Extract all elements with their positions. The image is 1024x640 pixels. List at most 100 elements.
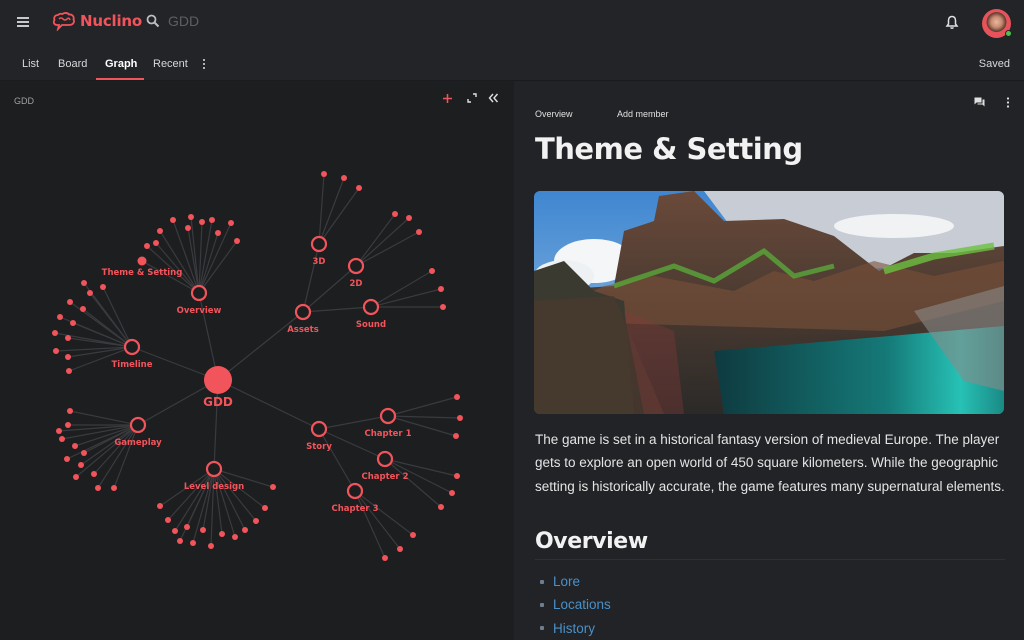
graph-leaf-node[interactable] [397, 546, 403, 552]
graph-label-gdd[interactable]: GDD [203, 395, 233, 409]
graph-leaf-node[interactable] [199, 219, 205, 225]
graph-leaf-node[interactable] [153, 240, 159, 246]
graph-leaf-node[interactable] [440, 304, 446, 310]
graph-label-overview[interactable]: Overview [177, 306, 222, 316]
breadcrumb-overview-link[interactable]: Overview [535, 109, 573, 119]
graph-leaf-node[interactable] [200, 527, 206, 533]
graph-leaf-node[interactable] [449, 490, 455, 496]
graph-label-sound[interactable]: Sound [356, 320, 386, 330]
graph-leaf-node[interactable] [172, 528, 178, 534]
graph-leaf-node[interactable] [406, 215, 412, 221]
link-lore[interactable]: Lore [553, 574, 580, 589]
graph-node-gdd[interactable] [204, 366, 232, 394]
graph-leaf-node[interactable] [454, 394, 460, 400]
user-avatar[interactable] [982, 9, 1012, 38]
graph-label-gameplay[interactable]: Gameplay [114, 438, 162, 448]
graph-label-chapter-3[interactable]: Chapter 3 [331, 504, 378, 514]
graph-leaf-node[interactable] [177, 538, 183, 544]
graph-leaf-node[interactable] [190, 540, 196, 546]
more-vertical-icon[interactable] [1006, 97, 1010, 108]
graph-leaf-node[interactable] [73, 474, 79, 480]
graph-leaf-node[interactable] [78, 462, 84, 468]
plus-icon[interactable] [442, 93, 453, 104]
graph-leaf-node[interactable] [157, 228, 163, 234]
add-member-button[interactable]: Add member [617, 109, 669, 119]
graph-leaf-node[interactable] [321, 171, 327, 177]
graph-leaf-node[interactable] [454, 473, 460, 479]
graph-leaf-node[interactable] [56, 428, 62, 434]
graph-node-3d[interactable] [310, 235, 328, 253]
graph-node-story[interactable] [310, 420, 328, 438]
graph-leaf-node[interactable] [165, 517, 171, 523]
graph-leaf-node[interactable] [185, 225, 191, 231]
graph-label-chapter-1[interactable]: Chapter 1 [364, 429, 411, 439]
bell-icon[interactable] [945, 15, 959, 30]
graph-leaf-node[interactable] [67, 408, 73, 414]
link-history[interactable]: History [553, 621, 595, 636]
graph-leaf-node[interactable] [65, 354, 71, 360]
graph-leaf-node[interactable] [66, 368, 72, 374]
graph-leaf-node[interactable] [81, 280, 87, 286]
graph-label-assets[interactable]: Assets [287, 325, 319, 335]
more-tabs-icon[interactable] [202, 59, 206, 71]
search-input[interactable] [168, 13, 368, 29]
graph-leaf-node[interactable] [80, 306, 86, 312]
graph-leaf-node[interactable] [253, 518, 259, 524]
graph-leaf-node[interactable] [111, 485, 117, 491]
graph-leaf-node[interactable] [228, 220, 234, 226]
graph-leaf-node[interactable] [438, 504, 444, 510]
graph-leaf-node[interactable] [234, 238, 240, 244]
graph-node-timeline[interactable] [123, 338, 141, 356]
graph-leaf-node[interactable] [242, 527, 248, 533]
graph-leaf-node[interactable] [59, 436, 65, 442]
graph-node-sound[interactable] [362, 298, 380, 316]
graph-leaf-node[interactable] [453, 433, 459, 439]
graph-leaf-node[interactable] [67, 299, 73, 305]
graph-label-theme-setting[interactable]: Theme & Setting [102, 268, 183, 278]
graph-leaf-node[interactable] [100, 284, 106, 290]
graph-node-2d[interactable] [347, 257, 365, 275]
double-chevron-left-icon[interactable] [488, 93, 499, 103]
graph-leaf-node[interactable] [356, 185, 362, 191]
graph-leaf-node[interactable] [341, 175, 347, 181]
graph-leaf-node[interactable] [64, 456, 70, 462]
graph-leaf-node[interactable] [170, 217, 176, 223]
graph-leaf-node[interactable] [72, 443, 78, 449]
graph-node-chapter-3[interactable] [346, 482, 364, 500]
graph-leaf-node[interactable] [416, 229, 422, 235]
graph-label-level-design[interactable]: Level design [184, 482, 244, 492]
graph-leaf-node[interactable] [70, 320, 76, 326]
knowledge-graph[interactable]: GDD Overview Theme & Setting Timeline Gamepl… [0, 81, 514, 640]
graph-label-story[interactable]: Story [306, 442, 332, 452]
graph-leaf-node[interactable] [382, 555, 388, 561]
graph-leaf-node[interactable] [410, 532, 416, 538]
link-locations[interactable]: Locations [553, 597, 611, 612]
graph-leaf-node[interactable] [53, 348, 59, 354]
graph-leaf-node[interactable] [438, 286, 444, 292]
tab-recent[interactable]: Recent [151, 47, 190, 81]
graph-leaf-node[interactable] [232, 534, 238, 540]
graph-node-gameplay[interactable] [129, 416, 147, 434]
graph-label-chapter-2[interactable]: Chapter 2 [361, 472, 408, 482]
graph-label-timeline[interactable]: Timeline [112, 360, 153, 370]
graph-node-assets[interactable] [294, 303, 312, 321]
search-bar[interactable] [146, 13, 368, 29]
graph-node-level-design[interactable] [205, 460, 223, 478]
graph-node-theme-setting[interactable] [137, 256, 147, 266]
graph-leaf-node[interactable] [65, 335, 71, 341]
graph-leaf-node[interactable] [429, 268, 435, 274]
graph-node-overview[interactable] [190, 284, 208, 302]
graph-leaf-node[interactable] [52, 330, 58, 336]
graph-leaf-node[interactable] [392, 211, 398, 217]
graph-leaf-node[interactable] [262, 505, 268, 511]
graph-leaf-node[interactable] [457, 415, 463, 421]
graph-leaf-node[interactable] [184, 524, 190, 530]
tab-graph[interactable]: Graph [103, 47, 139, 81]
graph-leaf-node[interactable] [95, 485, 101, 491]
graph-leaf-node[interactable] [188, 214, 194, 220]
graph-leaf-node[interactable] [87, 290, 93, 296]
graph-leaf-node[interactable] [57, 314, 63, 320]
graph-leaf-node[interactable] [219, 531, 225, 537]
graph-leaf-node[interactable] [65, 422, 71, 428]
expand-icon[interactable] [467, 93, 477, 103]
